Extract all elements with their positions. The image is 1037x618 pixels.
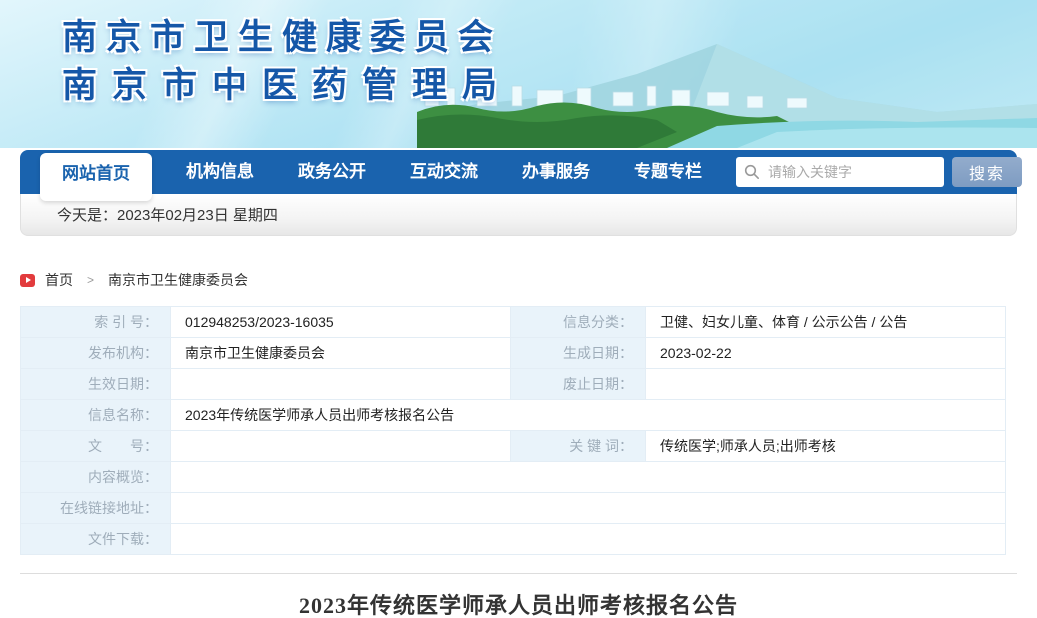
table-row: 内容概览： xyxy=(20,461,1006,493)
table-row: 信息名称： 2023年传统医学师承人员出师考核报名公告 xyxy=(20,399,1006,431)
field-value-keywords: 传统医学;师承人员;出师考核 xyxy=(645,430,1006,462)
field-value-generation-date: 2023-02-22 xyxy=(645,337,1006,369)
document-metadata-table: 索 引 号： 012948253/2023-16035 信息分类： 卫健、妇女儿… xyxy=(20,306,1006,555)
field-value-online-link xyxy=(170,492,1006,524)
main-navigation: 网站首页 机构信息 政务公开 互动交流 办事服务 专题专栏 搜索 xyxy=(20,150,1022,201)
search-icon xyxy=(744,164,759,179)
field-value-abolition-date xyxy=(645,368,1006,400)
nav-tab-gov-disclosure[interactable]: 政务公开 xyxy=(288,150,376,194)
field-label-online-link: 在线链接地址： xyxy=(20,492,171,524)
site-title-block: 南京市卫生健康委员会 南京市中医药管理局 xyxy=(62,14,512,111)
field-label-keywords: 关 键 词： xyxy=(510,430,646,462)
field-label-generation-date: 生成日期： xyxy=(510,337,646,369)
nav-tab-home[interactable]: 网站首页 xyxy=(40,153,152,201)
field-label-effective-date: 生效日期： xyxy=(20,368,171,400)
field-label-index-number: 索 引 号： xyxy=(20,306,171,338)
nav-tab-interaction[interactable]: 互动交流 xyxy=(400,150,488,194)
nav-tab-org-info[interactable]: 机构信息 xyxy=(176,150,264,194)
org-name-health-commission: 南京市卫生健康委员会 xyxy=(62,18,503,57)
table-row: 文件下载： xyxy=(20,523,1006,555)
field-label-info-name: 信息名称： xyxy=(20,399,171,431)
header-banner: 南京市卫生健康委员会 南京市中医药管理局 xyxy=(0,0,1037,148)
search-area: 搜索 xyxy=(736,157,1022,187)
field-value-content-overview xyxy=(170,461,1006,493)
field-value-effective-date xyxy=(170,368,511,400)
article-section: 2023年传统医学师承人员出师考核报名公告 xyxy=(20,573,1017,618)
field-value-issuing-agency: 南京市卫生健康委员会 xyxy=(170,337,511,369)
search-box[interactable] xyxy=(736,157,944,187)
play-icon xyxy=(20,273,35,287)
field-label-abolition-date: 废止日期： xyxy=(510,368,646,400)
field-value-index-number: 012948253/2023-16035 xyxy=(170,306,511,338)
nav-tab-special-topics[interactable]: 专题专栏 xyxy=(624,150,712,194)
table-row: 生效日期： 废止日期： xyxy=(20,368,1006,400)
breadcrumb-current-page[interactable]: 南京市卫生健康委员会 xyxy=(108,270,248,290)
table-row: 在线链接地址： xyxy=(20,492,1006,524)
field-label-file-download: 文件下载： xyxy=(20,523,171,555)
date-bar: 今天是：2023年02月23日 星期四 xyxy=(20,194,1017,236)
today-date-text: 今天是：2023年02月23日 星期四 xyxy=(57,207,278,224)
table-row: 发布机构： 南京市卫生健康委员会 生成日期： 2023-02-22 xyxy=(20,337,1006,369)
search-input[interactable] xyxy=(768,164,936,180)
field-value-info-category: 卫健、妇女儿童、体育 / 公示公告 / 公告 xyxy=(645,306,1006,338)
search-button[interactable]: 搜索 xyxy=(952,157,1022,187)
nav-tab-services[interactable]: 办事服务 xyxy=(512,150,600,194)
breadcrumb-separator: > xyxy=(87,273,95,287)
field-value-document-number xyxy=(170,430,511,462)
field-label-info-category: 信息分类： xyxy=(510,306,646,338)
article-title: 2023年传统医学师承人员出师考核报名公告 xyxy=(298,593,738,618)
field-label-issuing-agency: 发布机构： xyxy=(20,337,171,369)
field-label-document-number: 文 号： xyxy=(20,430,171,462)
org-name-tcm-bureau: 南京市中医药管理局 xyxy=(62,66,513,106)
field-value-info-name: 2023年传统医学师承人员出师考核报名公告 xyxy=(170,399,1006,431)
field-label-content-overview: 内容概览： xyxy=(20,461,171,493)
breadcrumb: 首页 > 南京市卫生健康委员会 xyxy=(20,270,1017,290)
field-value-file-download xyxy=(170,523,1006,555)
table-row: 文 号： 关 键 词： 传统医学;师承人员;出师考核 xyxy=(20,430,1006,462)
breadcrumb-home-link[interactable]: 首页 xyxy=(45,270,73,290)
table-row: 索 引 号： 012948253/2023-16035 信息分类： 卫健、妇女儿… xyxy=(20,306,1006,338)
